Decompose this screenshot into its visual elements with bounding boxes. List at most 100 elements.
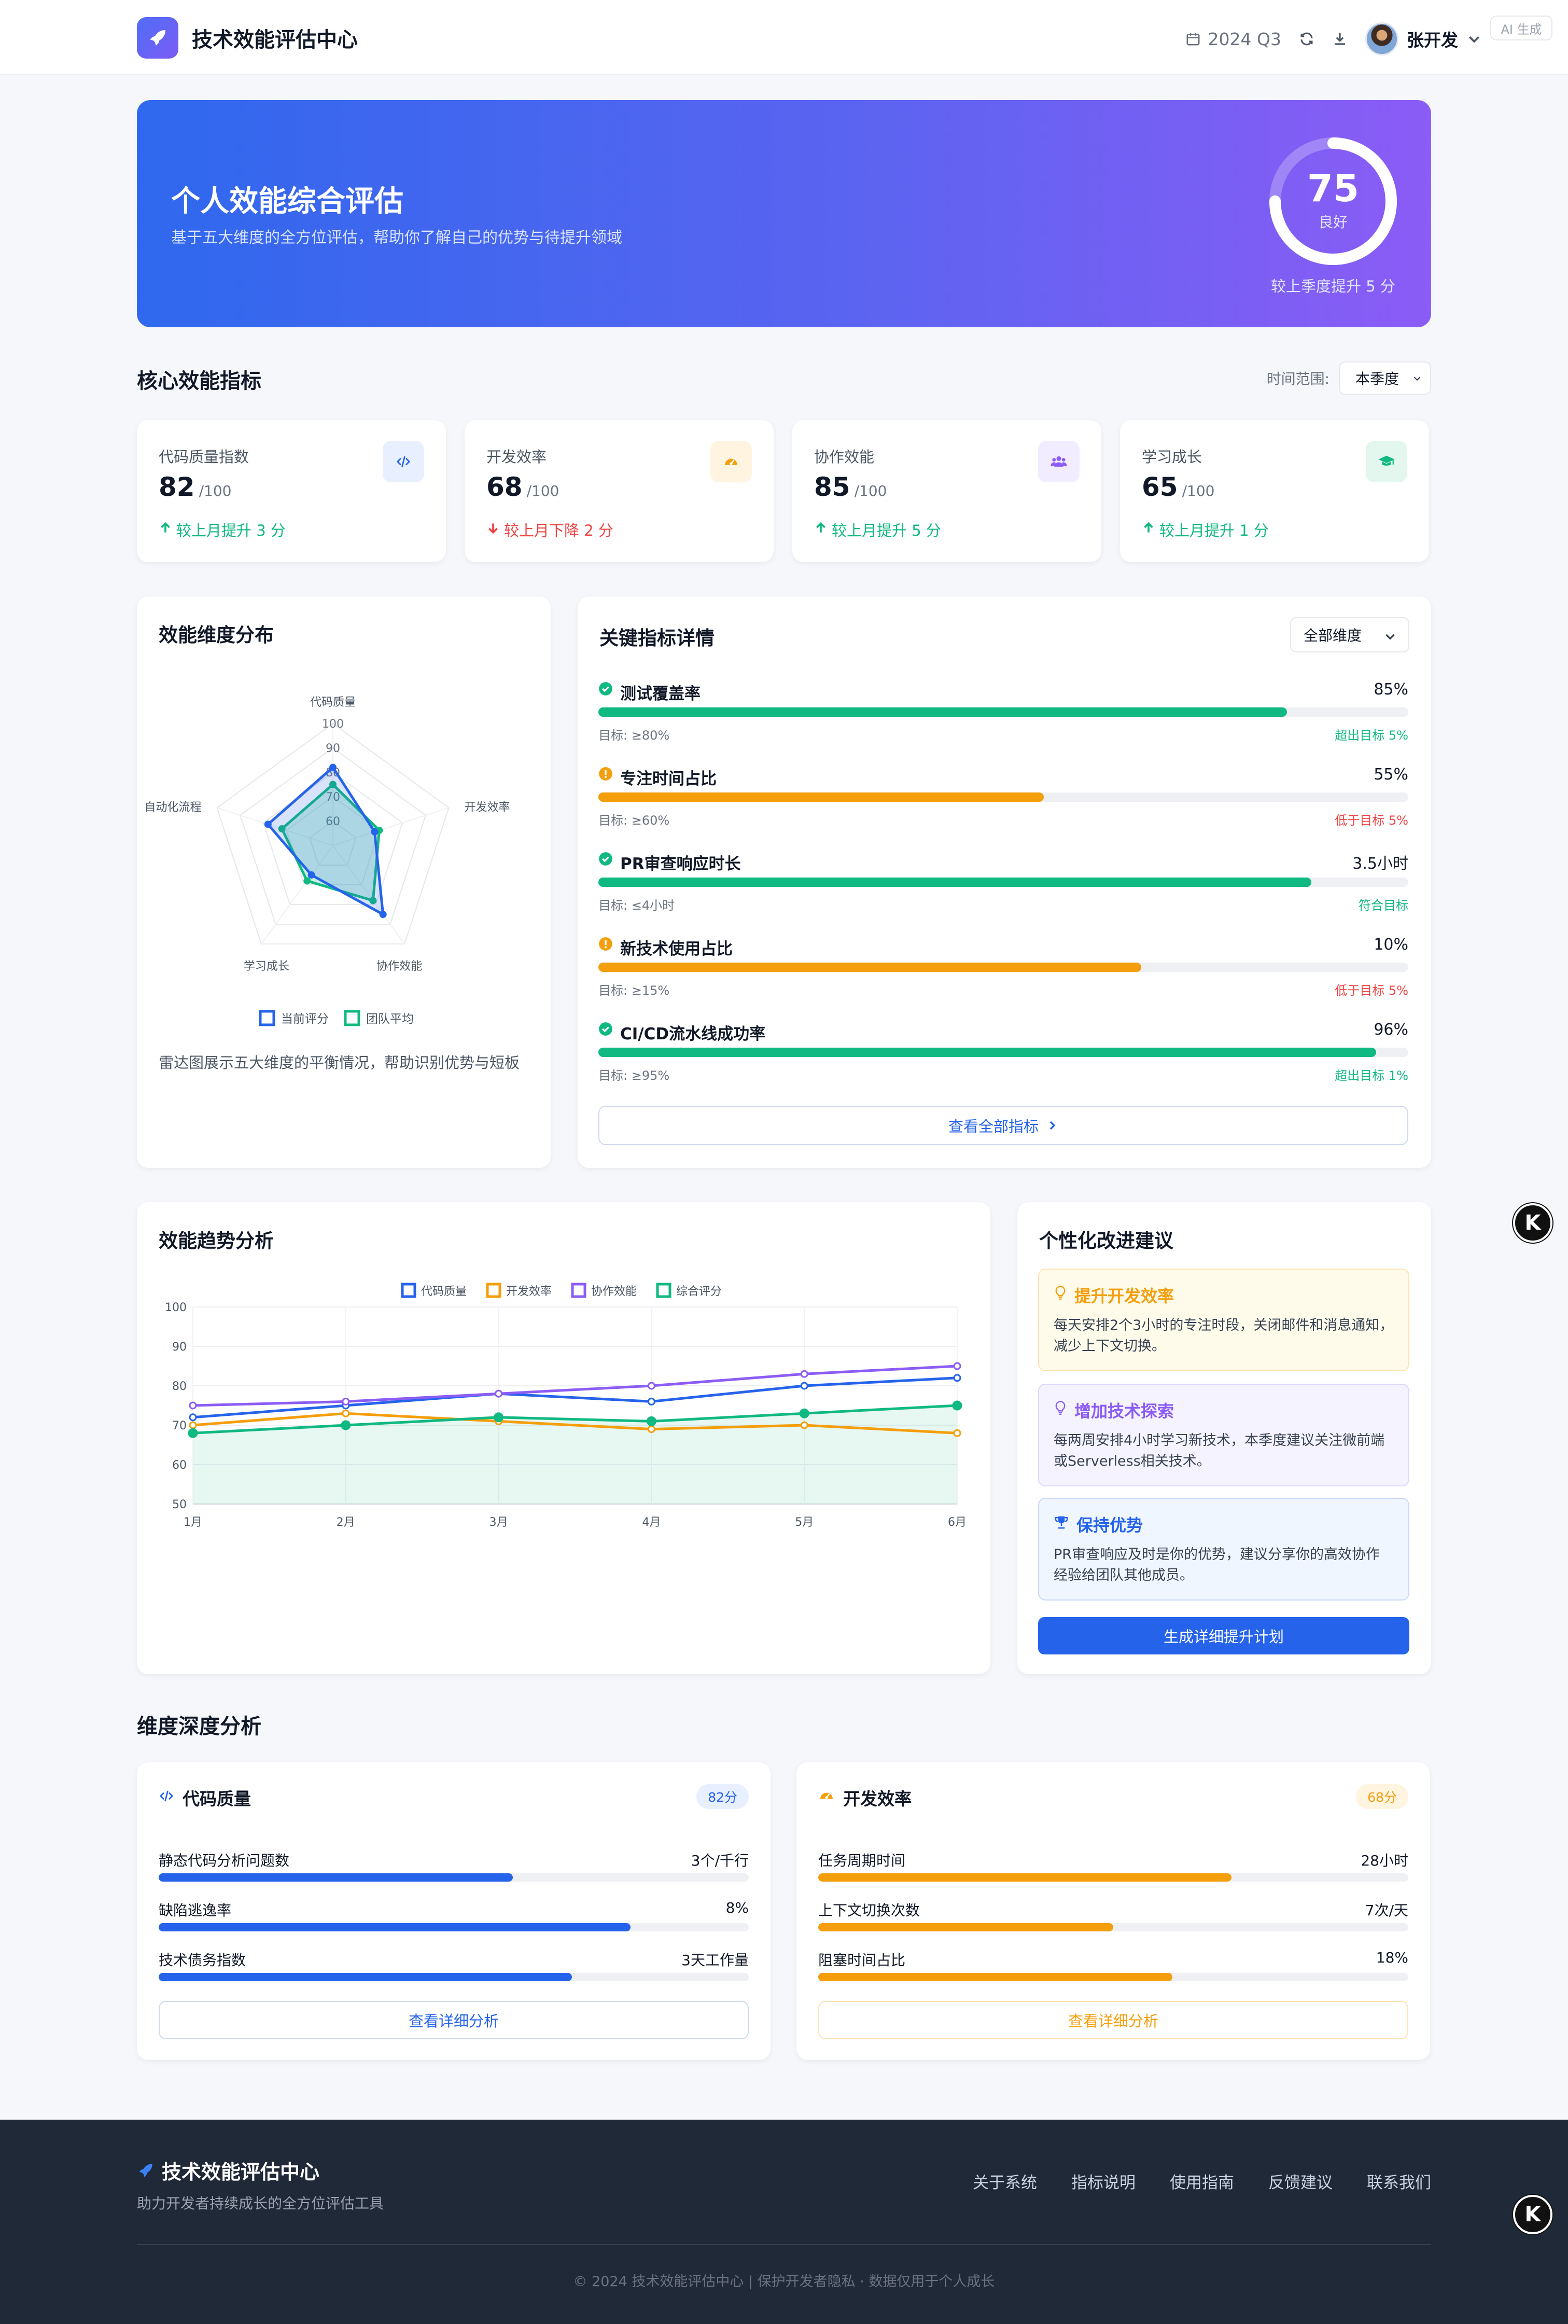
legend-swatch (344, 1010, 360, 1026)
legend-label: 协作效能 (591, 1285, 637, 1298)
kpi-label: 代码质量指数 (159, 448, 249, 466)
data-point (952, 1400, 962, 1411)
kpi-card[interactable]: 开发效率 68/100 较上月下降 2 分 (465, 420, 774, 562)
radar-tick-label: 100 (322, 718, 344, 731)
footer-link-contact[interactable]: 联系我们 (1367, 2169, 1431, 2193)
suggestion-body: PR审查响应及时是你的优势，建议分享你的高效协作经验给团队其他成员。 (1054, 1547, 1380, 1583)
overall-assessment-banner: 个人效能综合评估 基于五大维度的全方位评估，帮助你了解自己的优势与待提升领域 7… (137, 100, 1431, 327)
view-detail-analysis-label: 查看详细分析 (408, 2012, 499, 2030)
dimension-panel-title: 开发效率 (843, 1789, 912, 1809)
footer-link-metrics[interactable]: 指标说明 (1071, 2169, 1136, 2193)
metric-progress-fill (598, 792, 1044, 802)
kpi-trend: 较上月下降 2 分 (486, 519, 613, 540)
suggestion-card[interactable]: 增加技术探索 每两周安排4小时学习新技术，本季度建议关注微前端或Serverles… (1038, 1384, 1409, 1486)
hero-title: 个人效能综合评估 (171, 185, 403, 218)
calendar-icon (1186, 33, 1200, 46)
data-point (647, 1425, 655, 1434)
footer-link-about[interactable]: 关于系统 (973, 2169, 1037, 2193)
user-menu[interactable]: 张开发 (1365, 22, 1482, 55)
brand[interactable]: 技术效能评估中心 (137, 17, 358, 59)
view-detail-analysis-button[interactable]: 查看详细分析 (159, 2001, 749, 2039)
y-tick-label: 90 (172, 1341, 187, 1354)
dimension-progress-track (159, 1923, 749, 1931)
suggestion-body: 每天安排2个3小时的专注时段，关闭邮件和消息通知，减少上下文切换。 (1054, 1317, 1394, 1354)
suggestion-card[interactable]: 保持优势 PR审查响应及时是你的优势，建议分享你的高效协作经验给团队其他成员。 (1038, 1498, 1409, 1601)
dimension-progress-fill (818, 1873, 1231, 1882)
dimension-metric-row: 缺陷逃逸率 8% (159, 1899, 749, 1936)
metric-name: 测试覆盖率 (620, 685, 701, 703)
y-tick-label: 60 (172, 1459, 187, 1472)
time-range-select[interactable]: 本季度 (1339, 361, 1431, 395)
kpi-max: /100 (199, 482, 232, 499)
footer-brand[interactable]: 技术效能评估中心 (137, 2156, 319, 2184)
y-tick-label: 80 (172, 1380, 187, 1393)
metric-status: 符合目标 (1359, 898, 1408, 913)
score-change-note: 较上季度提升 5 分 (1271, 277, 1395, 295)
kpi-card[interactable]: 代码质量指数 82/100 较上月提升 3 分 (137, 420, 446, 562)
radar-axis-label: 开发效率 (464, 801, 510, 814)
radar-card: 效能维度分布 60 70 80 90 100 代码质量 开发效率 协作效能 学习成长 自动化流程当… (137, 596, 551, 1168)
metric-value: 55% (1374, 766, 1408, 784)
metric-status: 超出目标 5% (1335, 728, 1408, 743)
kpi-card[interactable]: 协作效能 85/100 较上月提升 5 分 (792, 420, 1101, 562)
chevron-down-icon (1468, 36, 1480, 43)
kpi-max: /100 (854, 482, 887, 499)
footer-link-feedback[interactable]: 反馈建议 (1268, 2169, 1333, 2193)
suggestion-card[interactable]: 提升开发效率 每天安排2个3小时的专注时段，关闭邮件和消息通知，减少上下文切换。 (1038, 1269, 1409, 1371)
kpi-trend-text: 较上月下降 2 分 (504, 522, 613, 539)
legend-swatch (259, 1010, 275, 1026)
generate-plan-button[interactable]: 生成详细提升计划 (1038, 1617, 1409, 1654)
view-all-metrics-button[interactable]: 查看全部指标 (598, 1106, 1408, 1145)
dimension-metric-row: 任务周期时间 28小时 (818, 1849, 1408, 1886)
metric-progress-fill (598, 878, 1311, 887)
floating-k-button[interactable]: K (1513, 1203, 1552, 1243)
kpi-section-title: 核心效能指标 (137, 369, 261, 393)
x-tick-label: 4月 (642, 1516, 661, 1529)
dimension-progress-fill (159, 1923, 631, 1931)
dimension-progress-track (818, 1973, 1408, 1981)
y-tick-label: 70 (172, 1420, 187, 1432)
metric-value: 85% (1374, 680, 1408, 699)
kpi-trend-text: 较上月提升 1 分 (1159, 522, 1269, 539)
quarter-selector[interactable]: 2024 Q3 (1185, 29, 1281, 49)
time-range-value: 本季度 (1355, 370, 1399, 387)
view-detail-analysis-button[interactable]: 查看详细分析 (818, 2001, 1408, 2039)
kpi-score: 68 (486, 472, 523, 502)
kpi-value: 82/100 (159, 472, 231, 502)
chevron-right-icon (1049, 1121, 1056, 1130)
gauge-icon (818, 1787, 843, 1808)
metric-value: 96% (1374, 1021, 1408, 1039)
lightbulb-icon (1054, 1400, 1074, 1420)
dimension-filter-select[interactable]: 全部维度 (1290, 617, 1409, 652)
legend-swatch (571, 1283, 586, 1298)
legend-label: 开发效率 (506, 1285, 552, 1298)
dimension-panel-title: 代码质量 (183, 1789, 251, 1809)
metric-row: 测试覆盖率 85% 目标: ≥80% 超出目标 5% (598, 680, 1408, 753)
dimension-score-badge: 82分 (696, 1784, 749, 1809)
dimension-progress-fill (159, 1873, 513, 1882)
metric-progress-track (598, 1048, 1408, 1057)
warning-circle-icon (598, 767, 613, 783)
kpi-card[interactable]: 学习成长 65/100 较上月提升 1 分 (1120, 420, 1429, 562)
footer-brand-title: 技术效能评估中心 (162, 2161, 320, 2183)
refresh-button[interactable] (1299, 31, 1314, 47)
time-range-control: 时间范围: 本季度 (1267, 361, 1431, 395)
dimension-progress-fill (818, 1923, 1113, 1931)
data-point (647, 1382, 655, 1390)
download-button[interactable] (1332, 31, 1348, 47)
radar-point (329, 763, 337, 771)
check-circle-icon (598, 852, 613, 868)
dimension-metric-value: 3天工作量 (681, 1952, 749, 1969)
kpi-value: 65/100 (1142, 472, 1214, 502)
metric-row: PR审查响应时长 3.5小时 目标: ≤4小时 符合目标 (598, 851, 1408, 923)
dimension-filter-value: 全部维度 (1304, 627, 1362, 644)
users-icon (1038, 441, 1080, 482)
arrow-up-icon (159, 521, 176, 538)
metric-name: PR审查响应时长 (620, 855, 741, 873)
data-point (953, 1362, 961, 1370)
metrics-title: 关键指标详情 (599, 627, 715, 649)
dimension-progress-fill (159, 1973, 572, 1981)
footer-link-guide[interactable]: 使用指南 (1170, 2169, 1234, 2193)
metric-status: 低于目标 5% (1335, 983, 1408, 998)
floating-k-button-footer[interactable]: K (1513, 2195, 1552, 2234)
